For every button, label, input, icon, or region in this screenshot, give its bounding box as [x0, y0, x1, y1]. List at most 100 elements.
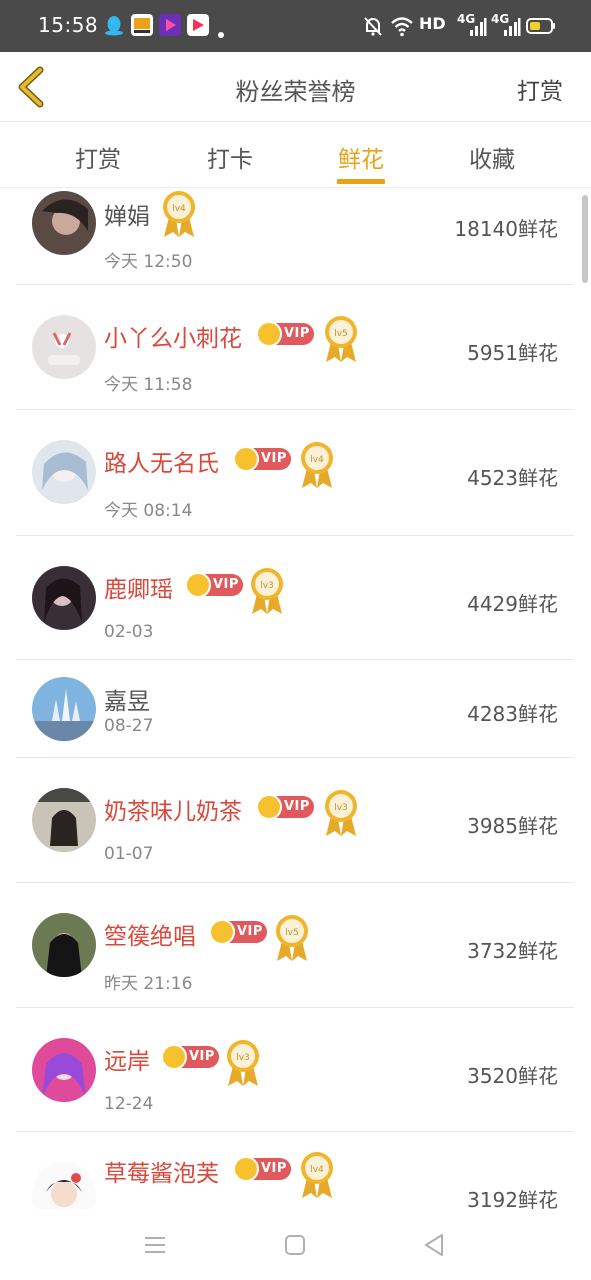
status-time: 15:58 — [38, 13, 99, 37]
crown-icon — [256, 794, 282, 820]
svg-text:lv4: lv4 — [310, 1165, 324, 1175]
fan-score: 3520鲜花 — [467, 1064, 558, 1088]
crown-icon — [209, 919, 235, 945]
video-app-icon — [187, 14, 209, 36]
fan-time: 02-03 — [104, 622, 154, 642]
list-item[interactable]: 路人无名氏 VIP lv4 今天 08:14 4523鲜花 — [16, 410, 574, 536]
qq-icon — [105, 16, 123, 36]
avatar — [32, 913, 96, 977]
avatar — [32, 1038, 96, 1102]
system-nav-bar — [0, 1209, 591, 1280]
vip-badge: VIP — [233, 446, 291, 472]
more-notifications-dot — [218, 32, 224, 38]
level-medal-icon: lv3 — [227, 1040, 259, 1086]
avatar — [32, 191, 96, 255]
tab-flowers[interactable]: 鲜花 — [311, 140, 411, 174]
svg-text:lv4: lv4 — [310, 455, 324, 465]
tab-tip[interactable]: 打赏 — [48, 140, 148, 174]
avatar — [32, 566, 96, 630]
list-item[interactable]: 嘉昱 08-27 4283鲜花 — [16, 660, 574, 758]
svg-text:lv4: lv4 — [172, 204, 186, 214]
vip-badge: VIP — [185, 572, 243, 598]
list-item[interactable]: 婵娟 lv4 今天 12:50 18140鲜花 — [16, 189, 574, 285]
list-item[interactable]: 草莓酱泡芙 VIP lv4 3192鲜花 — [16, 1132, 574, 1209]
avatar — [32, 677, 96, 741]
fan-score: 4429鲜花 — [467, 592, 558, 616]
fan-name: 草莓酱泡芙 — [104, 1161, 219, 1187]
fan-time: 昨天 21:16 — [104, 974, 193, 994]
fan-score: 18140鲜花 — [454, 217, 558, 241]
avatar — [32, 1162, 96, 1209]
list-item[interactable]: 小丫么小刺花 VIP lv5 今天 11:58 5951鲜花 — [16, 285, 574, 410]
app-icon-2 — [159, 14, 181, 36]
crown-icon — [233, 446, 259, 472]
tab-bar: 打赏 打卡 鲜花 收藏 — [0, 122, 591, 188]
list-item[interactable]: 鹿卿瑶 VIP lv3 02-03 4429鲜花 — [16, 536, 574, 660]
crown-icon — [256, 321, 282, 347]
svg-text:lv3: lv3 — [260, 581, 274, 591]
crown-icon — [161, 1044, 187, 1070]
fan-list[interactable]: 婵娟 lv4 今天 12:50 18140鲜花 小丫么小刺花 VIP lv5 今… — [0, 189, 591, 1209]
vip-badge: VIP — [256, 794, 314, 820]
avatar — [32, 315, 96, 379]
wifi-icon — [391, 17, 413, 37]
svg-text:lv3: lv3 — [334, 803, 348, 813]
fan-name: 箜篌绝唱 — [104, 924, 196, 950]
list-item[interactable]: 箜篌绝唱 VIP lv5 昨天 21:16 3732鲜花 — [16, 883, 574, 1008]
level-medal-icon: lv3 — [325, 790, 357, 836]
list-item[interactable]: 远岸 VIP lv3 12-24 3520鲜花 — [16, 1008, 574, 1132]
vip-badge: VIP — [209, 919, 267, 945]
vip-badge: VIP — [233, 1156, 291, 1182]
fan-score: 3192鲜花 — [467, 1188, 558, 1209]
fan-time: 12-24 — [104, 1094, 154, 1114]
crown-icon — [233, 1156, 259, 1182]
level-medal-icon: lv5 — [325, 316, 357, 362]
level-medal-icon: lv3 — [251, 568, 283, 614]
svg-text:lv3: lv3 — [236, 1053, 250, 1063]
active-tab-indicator — [337, 179, 385, 184]
crown-icon — [185, 572, 211, 598]
svg-text:lv5: lv5 — [285, 928, 299, 938]
level-medal-icon: lv4 — [301, 442, 333, 488]
fan-name: 奶茶味儿奶茶 — [104, 799, 242, 825]
fan-name: 婵娟 — [104, 204, 150, 230]
fan-name: 鹿卿瑶 — [104, 577, 173, 603]
fan-score: 5951鲜花 — [467, 341, 558, 365]
status-bar: 15:58 HD 4G 4G — [0, 0, 591, 52]
fan-time: 今天 08:14 — [104, 501, 193, 521]
avatar — [32, 788, 96, 852]
mute-bell-icon — [364, 17, 382, 36]
list-item[interactable]: 奶茶味儿奶茶 VIP lv3 01-07 3985鲜花 — [16, 758, 574, 883]
fan-score: 4283鲜花 — [467, 702, 558, 726]
app-icon-1 — [131, 14, 153, 36]
fan-name: 小丫么小刺花 — [104, 326, 242, 352]
tip-button[interactable]: 打赏 — [517, 72, 563, 106]
avatar — [32, 440, 96, 504]
level-medal-icon: lv5 — [276, 915, 308, 961]
fan-time: 01-07 — [104, 844, 154, 864]
menu-icon[interactable] — [140, 1231, 170, 1259]
nav-header: 粉丝荣誉榜 打赏 — [0, 52, 591, 122]
vip-badge: VIP — [161, 1044, 219, 1070]
back-triangle-icon[interactable] — [420, 1231, 450, 1259]
signal-icon-1 — [470, 18, 487, 36]
fan-time: 今天 12:50 — [104, 252, 193, 272]
svg-text:lv5: lv5 — [334, 329, 348, 339]
signal-icon-2 — [504, 18, 521, 36]
tab-checkin[interactable]: 打卡 — [180, 140, 280, 174]
vip-badge: VIP — [256, 321, 314, 347]
battery-icon — [526, 18, 555, 34]
home-square-icon[interactable] — [280, 1231, 310, 1259]
page-title: 粉丝荣誉榜 — [235, 78, 356, 106]
fan-name: 嘉昱 — [104, 689, 150, 715]
fan-score: 4523鲜花 — [467, 466, 558, 490]
fan-time: 今天 11:58 — [104, 375, 193, 395]
hd-label: HD — [419, 14, 446, 33]
fan-name: 路人无名氏 — [104, 451, 219, 477]
tab-favorites[interactable]: 收藏 — [442, 140, 542, 174]
fan-name: 远岸 — [104, 1049, 150, 1075]
fan-score: 3985鲜花 — [467, 814, 558, 838]
level-medal-icon: lv4 — [301, 1152, 333, 1198]
level-medal-icon: lv4 — [163, 191, 195, 237]
scrollbar[interactable] — [582, 195, 588, 283]
